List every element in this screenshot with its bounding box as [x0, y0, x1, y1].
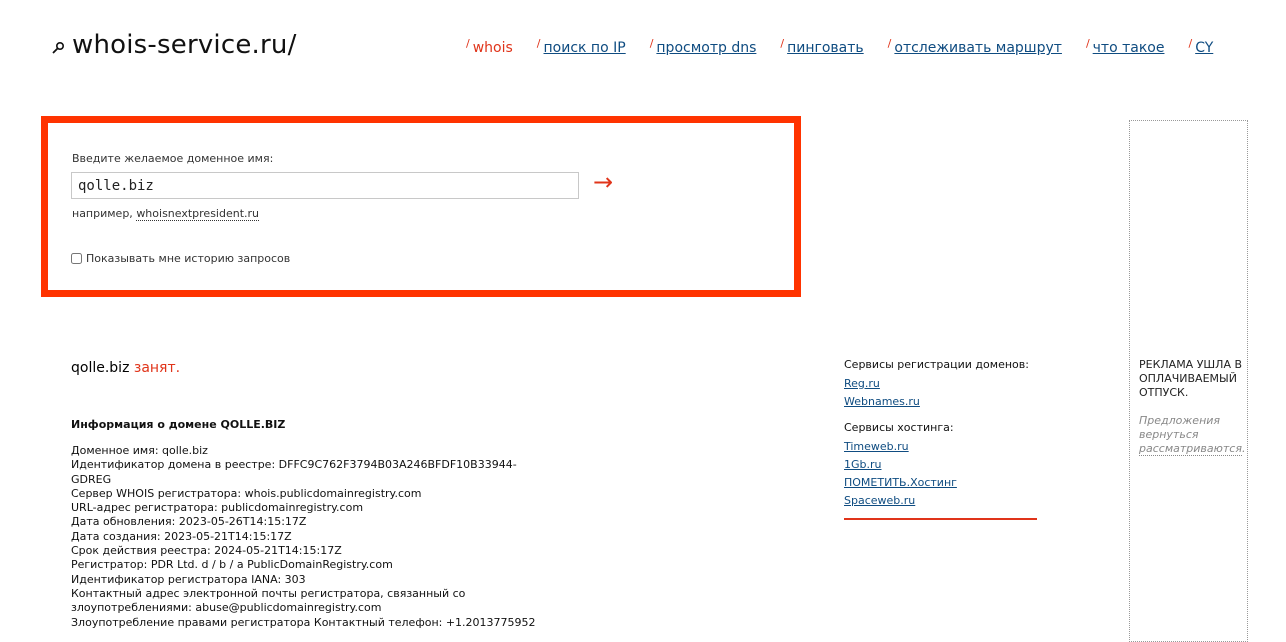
example-hint: например, whoisnextpresident.ru — [72, 207, 260, 221]
whois-line: Дата создания: 2023-05-21T14:15:17Z — [71, 529, 292, 543]
nav-ping[interactable]: / пинговать — [780, 37, 863, 56]
whois-line: Срок действия реестра: 2024-05-21T14:15:… — [71, 544, 342, 558]
service-link-1gb[interactable]: 1Gb.ru — [844, 458, 1044, 472]
search-icon — [52, 41, 65, 54]
whois-record: Доменное имя: qolle.biz Идентификатор до… — [71, 444, 541, 630]
registration-heading: Сервисы регистрации доменов: — [844, 358, 1029, 371]
example-link[interactable]: whoisnextpresident.ru — [136, 207, 260, 221]
search-label: Введите желаемое доменное имя: — [72, 152, 274, 165]
history-checkbox[interactable] — [71, 253, 82, 264]
whois-line: Сервер WHOIS регистратора: whois.publicd… — [71, 486, 422, 500]
hosting-services: Сервисы хостинга: Timeweb.ru 1Gb.ru ПОМЕ… — [844, 421, 1044, 520]
ad-note: Предложения вернуться рассматриваются. — [1139, 414, 1246, 456]
nav-what-is[interactable]: / что такое — [1086, 37, 1165, 56]
nav-traceroute[interactable]: / отслеживать маршрут — [888, 37, 1062, 56]
service-link-spaceweb[interactable]: Spaceweb.ru — [844, 494, 1044, 508]
service-link-reg[interactable]: Reg.ru — [844, 377, 1044, 391]
whois-line: Регистратор: PDR Ltd. d / b / a PublicDo… — [71, 558, 393, 572]
whois-line: Злоупотребление правами регистратора Кон… — [71, 615, 536, 629]
hosting-heading: Сервисы хостинга: — [844, 421, 954, 434]
logo-text: whois-service.ru/ — [72, 30, 297, 60]
result-domain: qolle.biz — [71, 360, 130, 376]
nav-dns[interactable]: / просмотр dns — [650, 37, 757, 56]
whois-line: Доменное имя: qolle.biz — [71, 444, 208, 457]
domain-input[interactable] — [71, 172, 579, 199]
services-sidebar: Сервисы регистрации доменов: Reg.ru Webn… — [844, 358, 1044, 532]
nav-cy[interactable]: / CY — [1188, 37, 1213, 56]
main-nav: / whois / поиск по IP / просмотр dns / пинго… — [466, 37, 1237, 56]
domain-status: qolle.biz занят. — [71, 360, 180, 376]
history-label: Показывать мне историю запросов — [86, 252, 291, 265]
nav-whois[interactable]: / whois — [466, 37, 513, 56]
ad-link[interactable]: рассматриваются — [1139, 442, 1242, 456]
submit-arrow-button[interactable]: → — [593, 170, 613, 194]
service-link-timeweb[interactable]: Timeweb.ru — [844, 440, 1044, 454]
search-panel: Введите желаемое доменное имя: → наприме… — [41, 116, 801, 297]
ad-box: РЕКЛАМА УШЛА В ОПЛАЧИВАЕМЫЙ ОТПУСК. Пред… — [1129, 120, 1248, 642]
whois-line: Идентификатор регистратора IANA: 303 — [71, 572, 306, 586]
divider — [844, 518, 1037, 520]
info-title: Информация о домене QOLLE.BIZ — [71, 418, 286, 431]
site-logo[interactable]: whois-service.ru/ — [50, 30, 297, 60]
whois-line: Контактный адрес электронной почты регис… — [71, 586, 466, 615]
registration-services: Сервисы регистрации доменов: Reg.ru Webn… — [844, 358, 1044, 409]
status-badge: занят. — [133, 360, 181, 376]
ad-title: РЕКЛАМА УШЛА В ОПЛАЧИВАЕМЫЙ ОТПУСК. — [1139, 358, 1243, 399]
whois-line: Дата обновления: 2023-05-26T14:15:17Z — [71, 515, 307, 529]
whois-line: Идентификатор домена в реестре: DFFC9C76… — [71, 458, 517, 486]
service-link-pometit[interactable]: ПОМЕТИТЬ.Хостинг — [844, 476, 1044, 490]
nav-ip-search[interactable]: / поиск по IP — [537, 37, 626, 56]
whois-line: URL-адрес регистратора: publicdomainregi… — [71, 501, 364, 515]
service-link-webnames[interactable]: Webnames.ru — [844, 395, 1044, 409]
history-toggle[interactable]: Показывать мне историю запросов — [71, 252, 290, 265]
